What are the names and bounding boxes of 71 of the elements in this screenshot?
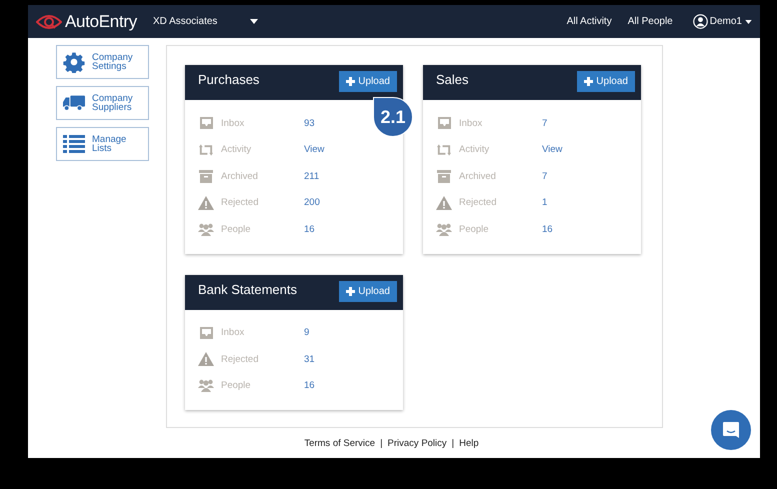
row-label: Inbox [459, 118, 484, 129]
card-title: Bank Statements [198, 282, 297, 296]
row-value-link[interactable]: 7 [542, 118, 548, 129]
step-badge: 2.1 [373, 97, 413, 137]
inbox-icon [198, 116, 214, 130]
row-label: People [221, 224, 252, 235]
caret-icon [250, 19, 258, 24]
row-label: Inbox [221, 118, 246, 129]
upload-button[interactable]: Upload [339, 71, 397, 92]
row-value-link[interactable]: 31 [304, 354, 315, 365]
chat-icon [722, 421, 740, 439]
footer-link[interactable]: Terms of Service [304, 438, 376, 449]
row-label: Archived [221, 170, 259, 182]
caret-icon [745, 20, 752, 24]
row-value-link[interactable]: 16 [542, 224, 553, 235]
people-icon [436, 222, 452, 236]
row-value-link[interactable]: 93 [304, 118, 315, 129]
warning-icon [198, 352, 214, 366]
plus-icon [346, 286, 356, 296]
eye-logo-icon [36, 14, 62, 30]
nav-link[interactable]: All People [628, 16, 673, 27]
plus-icon [346, 77, 356, 86]
nav-link[interactable]: All Activity [566, 16, 612, 27]
people-icon [198, 379, 214, 392]
list-icon [63, 135, 85, 153]
footer-link[interactable]: Privacy Policy [388, 438, 447, 449]
row-value-link[interactable]: 16 [304, 380, 315, 392]
repeat-icon [198, 144, 214, 156]
archive-box-icon [199, 170, 213, 183]
upload-button[interactable]: Upload [577, 71, 635, 92]
row-label: Activity [221, 144, 252, 156]
warning-icon [198, 196, 214, 210]
row-value-link[interactable]: 9 [304, 327, 310, 338]
row-value-link[interactable]: 7 [542, 170, 548, 182]
upload-button[interactable]: Upload [339, 280, 397, 302]
separator: | [452, 438, 454, 449]
row-label: Rejected [459, 197, 498, 208]
inbox-icon [436, 116, 452, 130]
row-label: Rejected [221, 354, 260, 365]
sidebar-button[interactable]: Company Settings [56, 45, 149, 79]
app-logo[interactable]: AutoEntry [65, 12, 137, 32]
sidebar-button[interactable]: Manage Lists [56, 127, 149, 161]
archive-box-icon [437, 170, 451, 183]
row-value-link[interactable]: 16 [304, 224, 315, 235]
row-label: Activity [459, 144, 490, 156]
row-value-link[interactable]: View [542, 144, 562, 156]
truck-icon [63, 94, 85, 112]
row-label: Rejected [221, 197, 260, 208]
plus-icon [584, 77, 594, 86]
repeat-icon [436, 144, 452, 156]
user-menu[interactable]: Demo1 [708, 16, 745, 27]
user-icon [692, 14, 708, 29]
company-dropdown[interactable]: XD Associates [152, 16, 218, 27]
inbox-icon [198, 326, 214, 340]
sidebar-button[interactable]: Company Suppliers [56, 86, 149, 120]
row-label: Archived [459, 170, 497, 182]
card-title: Purchases [198, 72, 260, 87]
row-label: People [459, 224, 490, 235]
people-icon [198, 222, 214, 236]
card-title: Sales [436, 72, 469, 87]
row-value-link[interactable]: 1 [542, 197, 548, 208]
row-value-link[interactable]: 211 [304, 170, 320, 182]
row-label: People [221, 380, 252, 392]
row-value-link[interactable]: 200 [304, 197, 320, 208]
chat-button[interactable] [711, 410, 751, 450]
row-value-link[interactable]: View [304, 144, 324, 156]
row-label: Inbox [221, 327, 246, 338]
gear-icon [63, 51, 85, 73]
footer-link[interactable]: Help [459, 438, 479, 449]
separator: | [380, 438, 383, 449]
warning-icon [436, 196, 452, 210]
